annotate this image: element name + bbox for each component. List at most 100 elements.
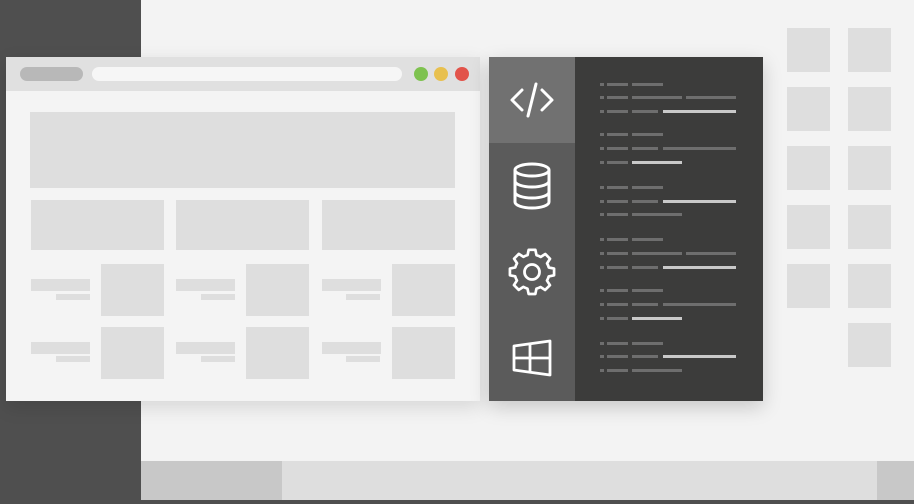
- code-line-marker: [600, 317, 604, 320]
- code-line: [607, 252, 628, 255]
- code-line: [607, 289, 628, 292]
- code-line: [663, 303, 736, 306]
- code-line: [632, 186, 663, 189]
- code-line-marker: [600, 186, 604, 189]
- code-line-marker: [600, 213, 604, 216]
- desktop-tile[interactable]: [848, 205, 891, 249]
- desktop-tile[interactable]: [787, 146, 830, 190]
- code-line-marker: [600, 238, 604, 241]
- code-line-marker: [600, 289, 604, 292]
- code-line-marker: [600, 342, 604, 345]
- code-line: [632, 110, 658, 113]
- text-line-placeholder: [176, 279, 235, 291]
- desktop-tile[interactable]: [848, 264, 891, 308]
- image-placeholder: [246, 327, 309, 379]
- desktop-tile[interactable]: [848, 146, 891, 190]
- database-button[interactable]: [489, 143, 575, 229]
- ide-sidebar: [489, 57, 575, 401]
- code-line: [607, 161, 628, 164]
- code-editor[interactable]: [575, 57, 763, 401]
- desktop-tile[interactable]: [787, 205, 830, 249]
- code-line: [607, 266, 628, 269]
- settings-button[interactable]: [489, 229, 575, 315]
- desktop-tile[interactable]: [787, 87, 830, 131]
- close-button[interactable]: [455, 67, 469, 81]
- desktop-tile[interactable]: [787, 264, 830, 308]
- desktop-tile[interactable]: [848, 87, 891, 131]
- code-line-highlight: [632, 317, 682, 320]
- code-line-marker: [600, 252, 604, 255]
- code-line: [607, 213, 628, 216]
- minimize-button[interactable]: [434, 67, 448, 81]
- text-line-placeholder: [322, 279, 381, 291]
- hero-placeholder: [30, 112, 455, 188]
- text-line-placeholder: [176, 342, 235, 354]
- code-line-marker: [600, 161, 604, 164]
- desktop-tile[interactable]: [848, 28, 891, 72]
- card-placeholder: [176, 200, 309, 250]
- code-line: [632, 342, 663, 345]
- text-line-placeholder: [31, 279, 90, 291]
- code-line: [607, 200, 628, 203]
- code-line: [607, 317, 628, 320]
- code-line-marker: [600, 303, 604, 306]
- address-bar[interactable]: [92, 67, 402, 81]
- code-line-marker: [600, 147, 604, 150]
- image-placeholder: [392, 264, 455, 316]
- code-line: [632, 133, 663, 136]
- desktop-tile[interactable]: [787, 28, 830, 72]
- text-line-placeholder: [346, 356, 380, 362]
- code-line: [632, 369, 682, 372]
- code-line: [607, 133, 628, 136]
- desktop-tile[interactable]: [848, 323, 891, 367]
- gear-icon: [508, 248, 556, 296]
- code-line: [632, 96, 682, 99]
- code-line: [607, 238, 628, 241]
- code-line: [632, 355, 658, 358]
- code-line: [607, 342, 628, 345]
- code-line-marker: [600, 83, 604, 86]
- bottom-frame-edge: [141, 500, 914, 504]
- taskbar-tray[interactable]: [877, 461, 914, 500]
- code-line: [632, 147, 658, 150]
- code-line-highlight: [663, 110, 736, 113]
- code-line: [632, 238, 663, 241]
- code-line: [607, 96, 628, 99]
- taskbar: [141, 461, 914, 500]
- card-placeholder: [322, 200, 455, 250]
- text-line-placeholder: [56, 356, 90, 362]
- browser-tab[interactable]: [20, 67, 83, 81]
- code-line-highlight: [663, 355, 736, 358]
- code-line-marker: [600, 200, 604, 203]
- code-line: [607, 369, 628, 372]
- code-line: [607, 303, 628, 306]
- browser-titlebar[interactable]: [6, 57, 480, 91]
- code-line: [607, 83, 628, 86]
- code-line: [632, 303, 658, 306]
- windows-button[interactable]: [489, 315, 575, 401]
- code-line-marker: [600, 96, 604, 99]
- code-view-button[interactable]: [489, 57, 575, 143]
- code-line: [632, 200, 658, 203]
- code-line: [632, 289, 663, 292]
- code-line: [607, 147, 628, 150]
- code-line: [632, 266, 658, 269]
- code-line-marker: [600, 355, 604, 358]
- maximize-button[interactable]: [414, 67, 428, 81]
- image-placeholder: [101, 264, 164, 316]
- taskbar-start-button[interactable]: [141, 461, 282, 500]
- code-line-highlight: [632, 161, 682, 164]
- image-placeholder: [101, 327, 164, 379]
- text-line-placeholder: [201, 356, 235, 362]
- code-line: [632, 83, 663, 86]
- text-line-placeholder: [56, 294, 90, 300]
- code-line: [607, 110, 628, 113]
- code-line-marker: [600, 369, 604, 372]
- code-line: [607, 186, 628, 189]
- image-placeholder: [246, 264, 309, 316]
- text-line-placeholder: [31, 342, 90, 354]
- code-line: [607, 355, 628, 358]
- code-line: [686, 96, 736, 99]
- database-icon: [513, 162, 551, 210]
- code-line-marker: [600, 110, 604, 113]
